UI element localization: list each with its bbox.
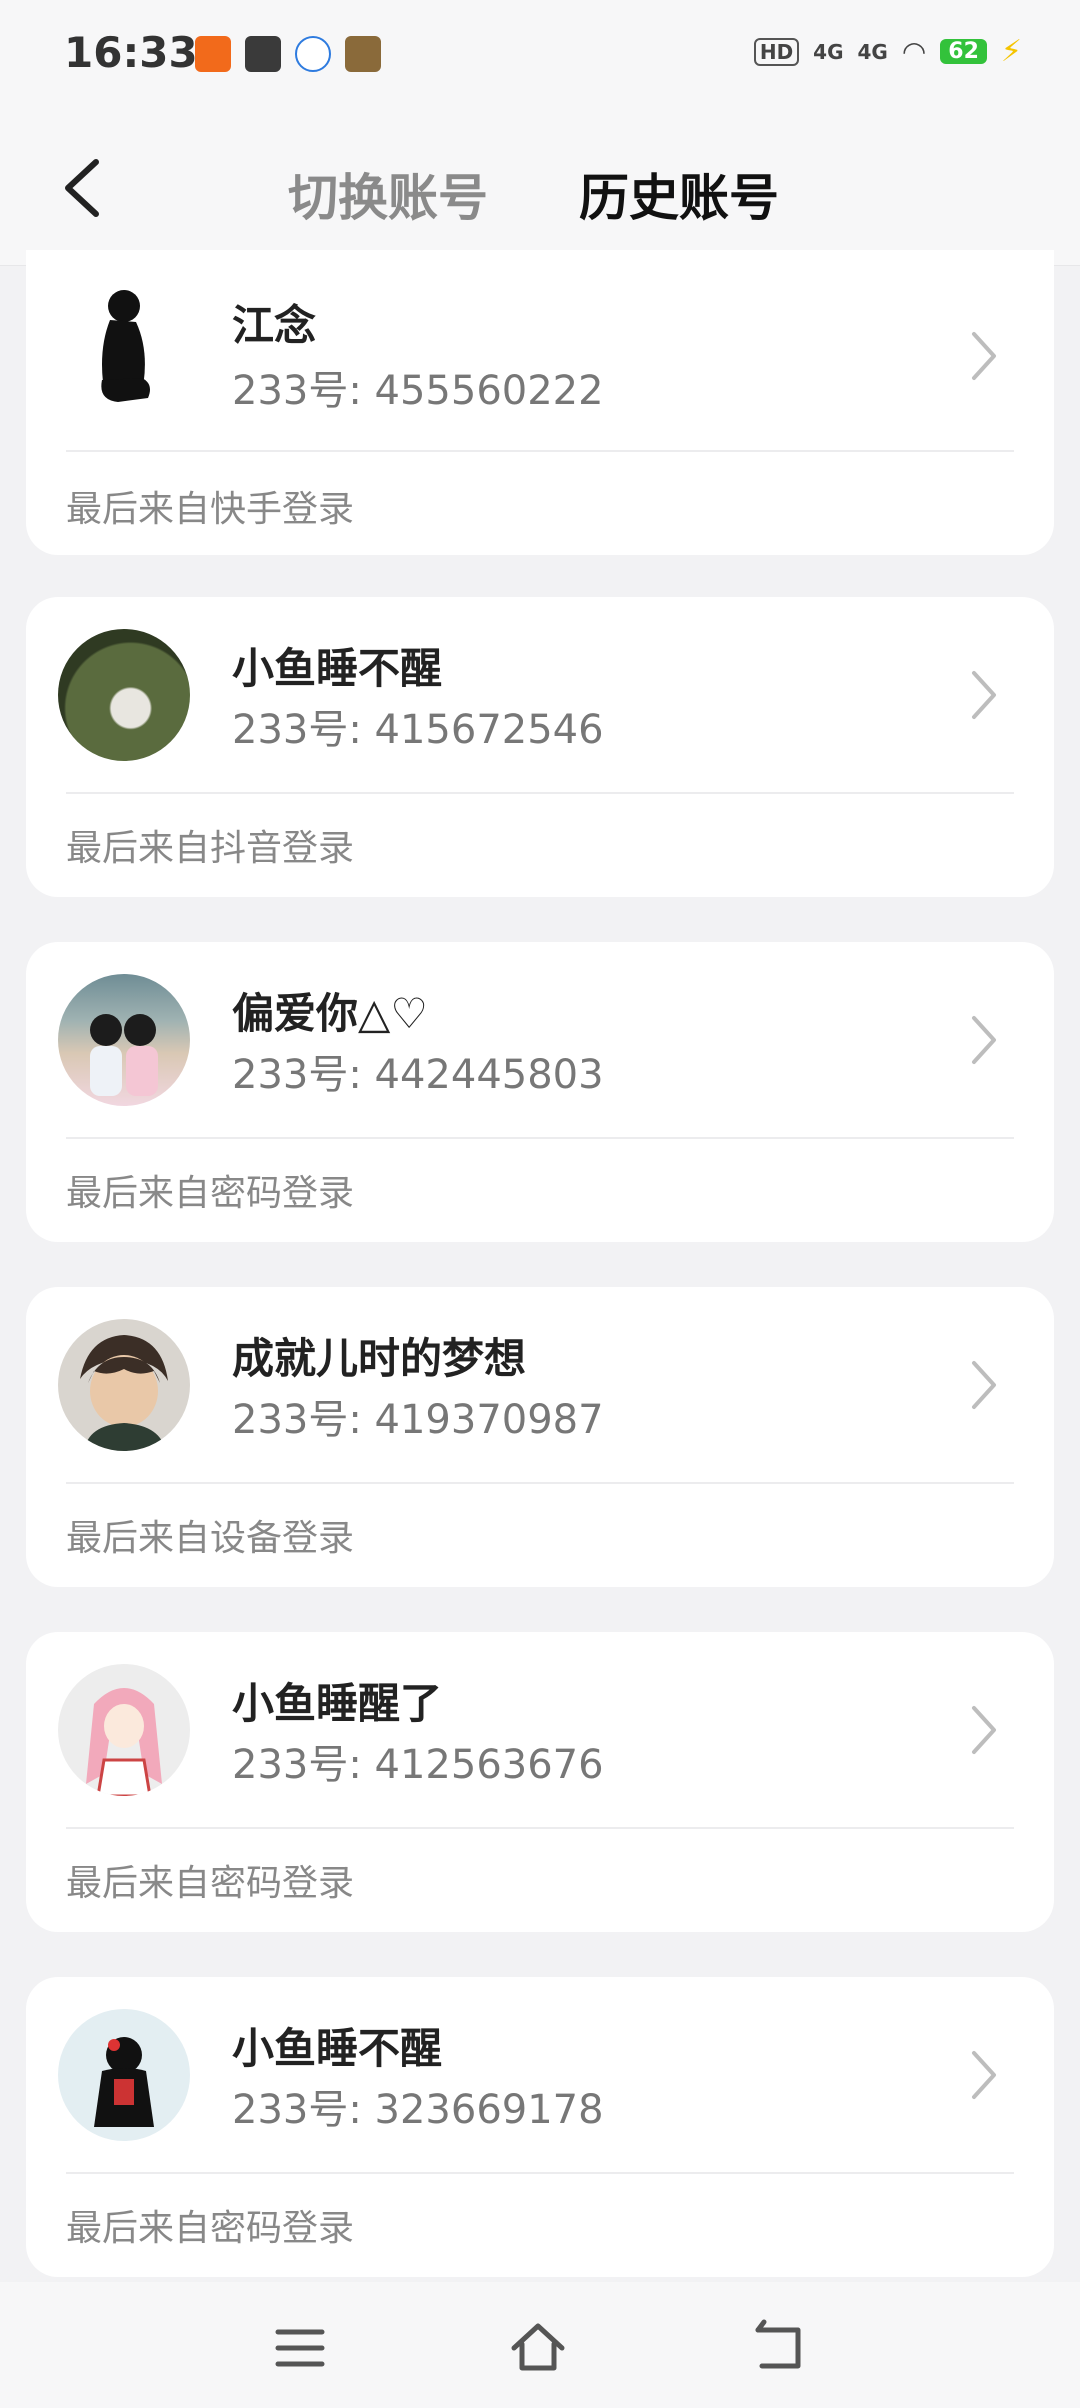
- divider: [66, 2172, 1014, 2174]
- divider: [66, 1827, 1014, 1829]
- avatar: [58, 280, 190, 412]
- signal-icon-2: 4G: [857, 39, 888, 64]
- tab-history-account[interactable]: 历史账号: [579, 158, 779, 230]
- account-id: 233号: 323669178: [232, 2087, 604, 2133]
- charging-icon: ⚡: [1000, 34, 1022, 69]
- login-source: 最后来自密码登录: [66, 2208, 355, 2249]
- status-time: 16:33: [64, 28, 198, 77]
- chevron-right-icon: [972, 332, 996, 380]
- avatar: [58, 1319, 190, 1451]
- header: 切换账号 历史账号: [0, 110, 1080, 266]
- wifi-icon: ◠: [901, 35, 927, 68]
- notification-icons: [195, 36, 381, 72]
- account-id: 233号: 419370987: [232, 1397, 604, 1443]
- login-source: 最后来自密码登录: [66, 1173, 355, 1214]
- home-icon[interactable]: [508, 2318, 568, 2378]
- system-navigation-bar: [0, 2282, 1080, 2408]
- signal-icon-1: 4G: [813, 39, 844, 64]
- avatar: [58, 1664, 190, 1796]
- account-card[interactable]: 成就儿时的梦想 233号: 419370987 最后来自设备登录: [26, 1287, 1054, 1587]
- kuaishou-icon: [195, 36, 231, 72]
- battery-icon: 62: [940, 39, 987, 64]
- account-card[interactable]: 江念 233号: 455560222 最后来自快手登录: [26, 250, 1054, 555]
- status-bar: 16:33 HD 4G 4G ◠ 62 ⚡: [0, 0, 1080, 110]
- divider: [66, 450, 1014, 452]
- back-icon[interactable]: [58, 158, 110, 218]
- account-id: 233号: 412563676: [232, 1742, 604, 1788]
- account-id: 233号: 442445803: [232, 1052, 604, 1098]
- tab-switch-account[interactable]: 切换账号: [288, 158, 488, 230]
- account-name: 小鱼睡不醒: [232, 644, 443, 693]
- account-name: 小鱼睡不醒: [232, 2024, 443, 2073]
- account-name: 偏爱你△♡: [232, 989, 428, 1038]
- avatar: [58, 2009, 190, 2141]
- baidu-icon: [295, 36, 331, 72]
- avatar: [58, 974, 190, 1106]
- hd-icon: HD: [753, 37, 800, 66]
- menu-icon[interactable]: [270, 2318, 330, 2378]
- divider: [66, 1482, 1014, 1484]
- back-nav-icon[interactable]: [750, 2318, 810, 2378]
- account-name: 小鱼睡醒了: [232, 1679, 443, 1728]
- avatar: [58, 629, 190, 761]
- account-id: 233号: 415672546: [232, 707, 604, 753]
- divider: [66, 1137, 1014, 1139]
- chevron-right-icon: [972, 1361, 996, 1409]
- divider: [66, 792, 1014, 794]
- login-source: 最后来自设备登录: [66, 1518, 355, 1559]
- account-card[interactable]: 小鱼睡醒了 233号: 412563676 最后来自密码登录: [26, 1632, 1054, 1932]
- login-source: 最后来自快手登录: [66, 489, 355, 530]
- system-icons: HD 4G 4G ◠ 62 ⚡: [753, 34, 1022, 69]
- account-card[interactable]: 小鱼睡不醒 233号: 415672546 最后来自抖音登录: [26, 597, 1054, 897]
- chevron-right-icon: [972, 1706, 996, 1754]
- account-name: 江念: [232, 301, 317, 350]
- video-icon: [245, 36, 281, 72]
- account-card[interactable]: 小鱼睡不醒 233号: 323669178 最后来自密码登录: [26, 1977, 1054, 2277]
- login-source: 最后来自密码登录: [66, 1863, 355, 1904]
- login-source: 最后来自抖音登录: [66, 828, 355, 869]
- account-card[interactable]: 偏爱你△♡ 233号: 442445803 最后来自密码登录: [26, 942, 1054, 1242]
- chevron-right-icon: [972, 2051, 996, 2099]
- chevron-right-icon: [972, 671, 996, 719]
- account-name: 成就儿时的梦想: [232, 1334, 527, 1383]
- account-id: 233号: 455560222: [232, 368, 604, 414]
- chevron-right-icon: [972, 1016, 996, 1064]
- game-icon: [345, 36, 381, 72]
